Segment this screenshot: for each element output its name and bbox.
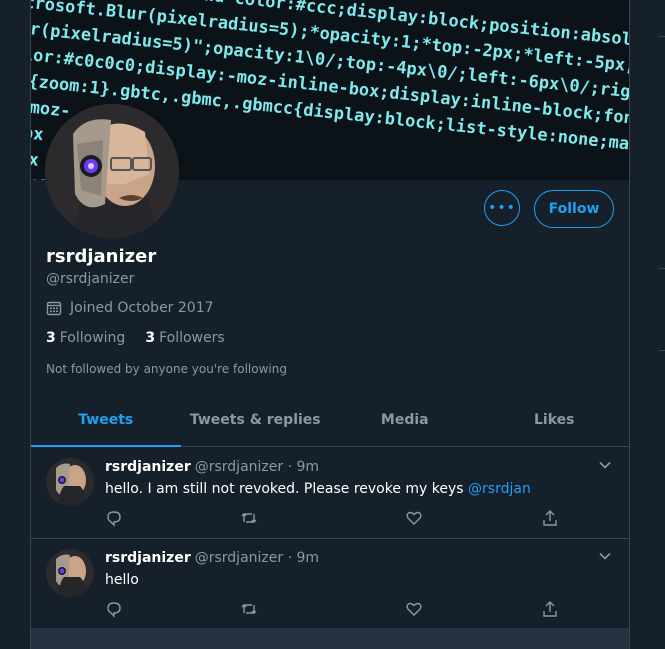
retweet-icon[interactable]	[240, 600, 258, 618]
tweet-actions	[105, 600, 557, 620]
tab-media[interactable]: Media	[330, 394, 480, 446]
reply-icon[interactable]	[105, 600, 123, 618]
tweet-author-handle: @rsrdjanizer	[194, 459, 284, 475]
followers-label: Followers	[159, 330, 225, 346]
follow-stats: 3 Following 3 Followers	[46, 330, 225, 346]
tab-likes[interactable]: Likes	[480, 394, 630, 446]
follow-button[interactable]: Follow	[534, 190, 614, 228]
tweet-author-name[interactable]: rsrdjanizer	[105, 459, 191, 475]
like-icon[interactable]	[405, 600, 423, 618]
share-icon[interactable]	[541, 600, 559, 618]
share-icon[interactable]	[541, 509, 559, 527]
followers-link[interactable]: 3 Followers	[145, 330, 224, 346]
banner-code-line: -moz-	[31, 97, 72, 122]
tab-tweets-replies[interactable]: Tweets & replies	[181, 394, 331, 446]
joined-text: Joined October 2017	[70, 300, 214, 316]
retweet-icon[interactable]	[240, 509, 258, 527]
tweet-actions	[105, 509, 557, 529]
tweet-text: hello	[105, 572, 139, 588]
more-icon: •••	[488, 200, 516, 216]
tweet-separator: ·	[283, 459, 297, 475]
followers-count: 3	[145, 330, 156, 346]
tweet-body: hello	[105, 572, 139, 588]
tweet-author-handle: @rsrdjanizer	[194, 550, 284, 566]
calendar-icon	[46, 301, 62, 316]
divider	[659, 36, 665, 37]
avatar-image	[45, 104, 179, 238]
tweet-author-name[interactable]: rsrdjanizer	[105, 550, 191, 566]
profile-tabs: Tweets Tweets & replies Media Likes	[31, 394, 629, 447]
reply-icon[interactable]	[105, 509, 123, 527]
profile-avatar[interactable]	[45, 104, 179, 238]
tweet-header: rsrdjanizer @rsrdjanizer · 9m	[105, 550, 319, 566]
chevron-down-icon[interactable]	[597, 548, 613, 564]
following-count: 3	[46, 330, 56, 346]
joined-date: Joined October 2017	[46, 300, 214, 316]
tweet-mention[interactable]: @rsrdjan	[468, 481, 531, 497]
following-label: Following	[59, 330, 126, 346]
tweet-text: hello. I am still not revoked. Please re…	[105, 481, 531, 497]
follow-button-label: Follow	[548, 201, 600, 217]
banner-code-line: 5px	[31, 122, 44, 145]
tweet-body: hello. I am still not revoked. Please re…	[105, 481, 464, 497]
tweet-avatar[interactable]	[46, 549, 94, 597]
profile-column: 0}.gbxms{background-color:#ccc;display:b…	[30, 0, 630, 649]
tweet[interactable]: rsrdjanizer @rsrdjanizer · 9m hello	[31, 538, 629, 630]
like-icon[interactable]	[405, 509, 423, 527]
divider	[659, 350, 665, 351]
not-followed-note: Not followed by anyone you're following	[46, 362, 287, 376]
tab-tweets[interactable]: Tweets	[31, 394, 181, 447]
tweet-time[interactable]: 9m	[297, 550, 320, 566]
following-link[interactable]: 3 Following	[46, 330, 125, 346]
tweet-time[interactable]: 9m	[297, 459, 320, 475]
tweet-avatar[interactable]	[46, 458, 94, 506]
divider	[659, 268, 665, 269]
loading-bar	[31, 628, 629, 649]
chevron-down-icon[interactable]	[597, 457, 613, 473]
more-options-button[interactable]: •••	[484, 190, 520, 226]
tweet-header: rsrdjanizer @rsrdjanizer · 9m	[105, 459, 319, 475]
profile-handle: @rsrdjanizer	[46, 271, 135, 287]
profile-name: rsrdjanizer	[46, 246, 157, 267]
tweet-separator: ·	[283, 550, 297, 566]
tweet[interactable]: rsrdjanizer @rsrdjanizer · 9m hello. I am…	[31, 447, 629, 539]
